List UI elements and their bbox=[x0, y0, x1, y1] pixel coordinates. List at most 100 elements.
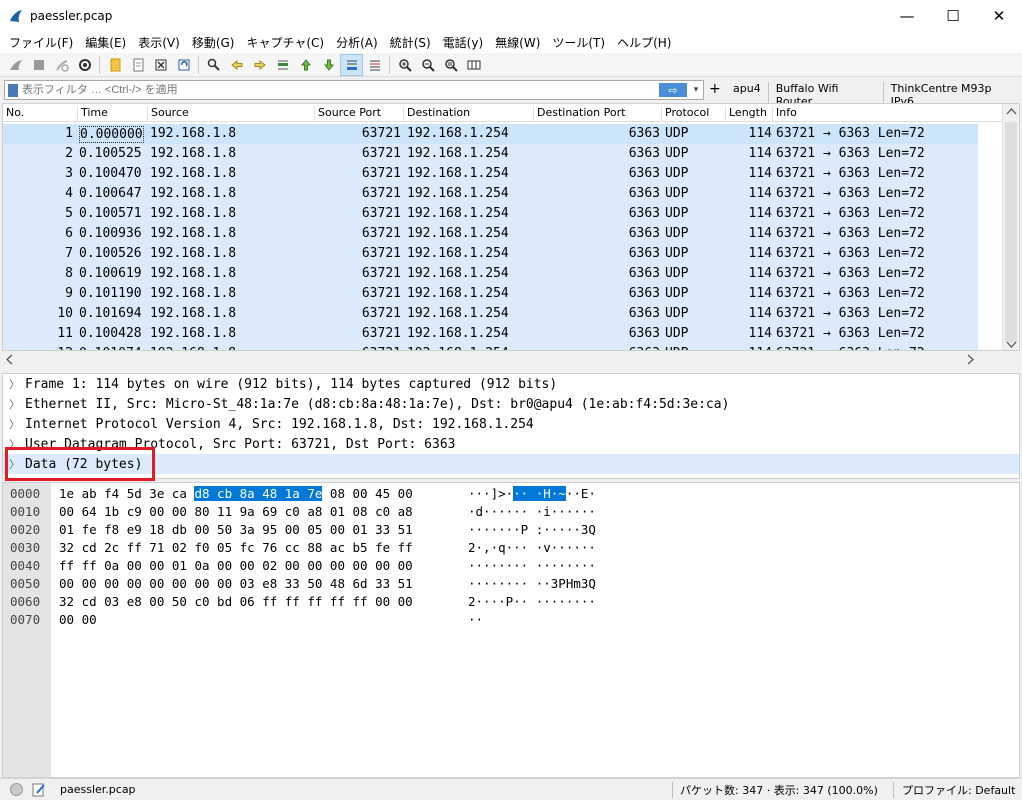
go-back-button[interactable] bbox=[225, 54, 248, 76]
stop-capture-button[interactable] bbox=[27, 54, 50, 76]
detail-data[interactable]: 〉 Data (72 bytes) bbox=[3, 454, 1019, 474]
packet-row[interactable]: 8 0.100619 192.168.1.8 63721 192.168.1.254 63… bbox=[3, 264, 978, 284]
menu-analyze[interactable]: 分析(A) bbox=[331, 34, 383, 51]
packet-cell-no: 5 bbox=[65, 206, 73, 221]
find-packet-button[interactable] bbox=[202, 54, 225, 76]
zoom-out-button[interactable] bbox=[416, 54, 439, 76]
scroll-right-icon[interactable] bbox=[962, 351, 978, 368]
reload-file-button[interactable] bbox=[172, 54, 195, 76]
colorize-button[interactable] bbox=[363, 54, 386, 76]
packet-row[interactable]: 9 0.101190 192.168.1.8 63721 192.168.1.254 63… bbox=[3, 284, 978, 304]
scroll-left-icon[interactable] bbox=[2, 351, 18, 368]
packet-row[interactable]: 7 0.100526 192.168.1.8 63721 192.168.1.254 63… bbox=[3, 244, 978, 264]
open-file-button-2[interactable] bbox=[126, 54, 149, 76]
scroll-down-icon[interactable] bbox=[1003, 336, 1020, 351]
detail-udp[interactable]: 〉 User Datagram Protocol, Src Port: 63721… bbox=[3, 434, 1019, 454]
packet-row[interactable]: 10 0.101694 192.168.1.8 63721 192.168.1.254 6… bbox=[3, 304, 978, 324]
column-source-port[interactable]: Source Port bbox=[314, 106, 403, 122]
packet-cell-dport: 6363 bbox=[628, 246, 660, 261]
scroll-up-icon[interactable] bbox=[1003, 104, 1020, 120]
packet-cell-time: 0.100619 bbox=[79, 266, 142, 281]
menu-file[interactable]: ファイル(F) bbox=[4, 34, 78, 51]
filter-history-dropdown[interactable]: ▾ bbox=[689, 85, 703, 95]
open-file-button[interactable] bbox=[103, 54, 126, 76]
last-packet-button[interactable] bbox=[317, 54, 340, 76]
maximize-button[interactable]: ☐ bbox=[930, 0, 976, 31]
expert-info-icon[interactable] bbox=[10, 783, 23, 796]
packet-cell-src: 192.168.1.8 bbox=[150, 326, 237, 341]
add-filter-button[interactable]: + bbox=[709, 81, 721, 97]
go-to-packet-button[interactable] bbox=[271, 54, 294, 76]
packet-row[interactable]: 4 0.100647 192.168.1.8 63721 192.168.1.254 63… bbox=[3, 184, 978, 204]
menu-edit[interactable]: 編集(E) bbox=[80, 34, 131, 51]
capture-options-button[interactable] bbox=[73, 54, 96, 76]
column-destination-port[interactable]: Destination Port bbox=[533, 106, 661, 122]
bookmark-icon[interactable] bbox=[8, 83, 18, 97]
packet-row[interactable]: 120.101074192.168.1.863721192.168.1.2546… bbox=[3, 344, 978, 350]
byte-row[interactable]: 0040 ff ff 0a 00 00 01 0a 00 00 02 00 00 … bbox=[3, 558, 903, 576]
packet-list-hscroll[interactable] bbox=[2, 351, 1002, 368]
menu-tools[interactable]: ツール(T) bbox=[547, 34, 610, 51]
byte-row[interactable]: 0070 00 00 ·· bbox=[3, 612, 903, 630]
packet-row[interactable]: 1 0.000000 192.168.1.8 63721 192.168.1.254 63… bbox=[3, 124, 978, 144]
packet-row[interactable]: 5 0.100571 192.168.1.8 63721 192.168.1.254 63… bbox=[3, 204, 978, 224]
menu-telephony[interactable]: 電話(y) bbox=[438, 34, 488, 51]
menu-view[interactable]: 表示(V) bbox=[133, 34, 185, 51]
detail-ethernet[interactable]: 〉 Ethernet II, Src: Micro-St_48:1a:7e (d8… bbox=[3, 394, 1019, 414]
close-file-button[interactable] bbox=[149, 54, 172, 76]
column-source[interactable]: Source bbox=[147, 106, 314, 122]
detail-label: Frame 1: 114 bytes on wire (912 bits), 1… bbox=[25, 376, 558, 392]
packet-cell-dst: 192.168.1.254 bbox=[407, 126, 509, 141]
column-protocol[interactable]: Protocol bbox=[661, 106, 725, 122]
chevron-right-icon[interactable]: 〉 bbox=[9, 396, 25, 412]
menu-capture[interactable]: キャプチャ(C) bbox=[241, 34, 329, 51]
display-filter-box: ⇨ ▾ bbox=[4, 80, 704, 100]
byte-row[interactable]: 0030 32 cd 2c ff 71 02 f0 05 fc 76 cc 88 … bbox=[3, 540, 903, 558]
resize-columns-button[interactable] bbox=[462, 54, 485, 76]
start-capture-button[interactable] bbox=[4, 54, 27, 76]
restart-capture-button[interactable] bbox=[50, 54, 73, 76]
byte-row[interactable]: 0010 00 64 1b c9 00 00 80 11 9a 69 c0 a8 … bbox=[3, 504, 903, 522]
packet-row[interactable]: 3 0.100470 192.168.1.8 63721 192.168.1.254 63… bbox=[3, 164, 978, 184]
packet-list-vscroll[interactable] bbox=[1002, 104, 1020, 351]
packet-row[interactable]: 2 0.100525 192.168.1.8 63721 192.168.1.254 63… bbox=[3, 144, 978, 164]
toolbar-separator bbox=[389, 55, 390, 74]
packet-row[interactable]: 11 0.100428 192.168.1.8 63721 192.168.1.254 6… bbox=[3, 324, 978, 344]
zoom-in-button[interactable] bbox=[393, 54, 416, 76]
byte-row[interactable]: 0050 00 00 00 00 00 00 00 00 03 e8 33 50 … bbox=[3, 576, 903, 594]
menu-statistics[interactable]: 統計(S) bbox=[385, 34, 436, 51]
chevron-right-icon[interactable]: 〉 bbox=[9, 376, 25, 392]
column-time[interactable]: Time bbox=[77, 106, 149, 122]
menu-help[interactable]: ヘルプ(H) bbox=[612, 34, 676, 51]
autoscroll-button[interactable] bbox=[340, 53, 363, 76]
column-destination[interactable]: Destination bbox=[403, 106, 533, 122]
close-button[interactable]: ✕ bbox=[976, 0, 1022, 31]
packet-row[interactable]: 6 0.100936 192.168.1.8 63721 192.168.1.254 63… bbox=[3, 224, 978, 244]
byte-hex: 00 00 00 00 00 00 00 00 03 e8 33 50 48 6… bbox=[59, 576, 413, 591]
byte-ascii-text: ·d······ ·i······ bbox=[468, 504, 596, 519]
chevron-right-icon[interactable]: 〉 bbox=[9, 416, 25, 432]
byte-row[interactable]: 0020 01 fe f8 e9 18 db 00 50 3a 95 00 05 … bbox=[3, 522, 903, 540]
display-filter-input[interactable] bbox=[22, 84, 659, 96]
byte-row[interactable]: 0000 1e ab f4 5d 3e ca d8 cb 8a 48 1a 7e … bbox=[3, 486, 903, 504]
packet-cell-dst: 192.168.1.254 bbox=[407, 166, 509, 181]
column-no[interactable]: No. bbox=[3, 106, 79, 122]
menu-wireless[interactable]: 無線(W) bbox=[490, 34, 545, 51]
edit-comment-icon[interactable] bbox=[31, 782, 47, 798]
go-forward-button[interactable] bbox=[248, 54, 271, 76]
detail-frame[interactable]: 〉 Frame 1: 114 bytes on wire (912 bits), … bbox=[3, 374, 1019, 394]
status-profile[interactable]: プロファイル: Default bbox=[902, 782, 1015, 798]
apply-filter-button[interactable]: ⇨ bbox=[659, 83, 687, 97]
minimize-button[interactable]: — bbox=[884, 0, 930, 31]
vscroll-thumb[interactable] bbox=[1005, 122, 1017, 342]
menu-go[interactable]: 移動(G) bbox=[187, 34, 240, 51]
detail-ip[interactable]: 〉 Internet Protocol Version 4, Src: 192.1… bbox=[3, 414, 1019, 434]
byte-row[interactable]: 0060 32 cd 03 e8 00 50 c0 bd 06 ff ff ff … bbox=[3, 594, 903, 612]
packet-bytes[interactable]: 0000 1e ab f4 5d 3e ca d8 cb 8a 48 1a 7e … bbox=[2, 482, 1020, 778]
column-info[interactable]: Info bbox=[772, 106, 972, 122]
first-packet-button[interactable] bbox=[294, 54, 317, 76]
packet-list[interactable]: No. Time Source Source Port Destination … bbox=[2, 103, 1020, 351]
normal-size-button[interactable] bbox=[439, 54, 462, 76]
column-length[interactable]: Length bbox=[725, 106, 772, 122]
byte-hex-text: 00 00 bbox=[59, 612, 97, 627]
